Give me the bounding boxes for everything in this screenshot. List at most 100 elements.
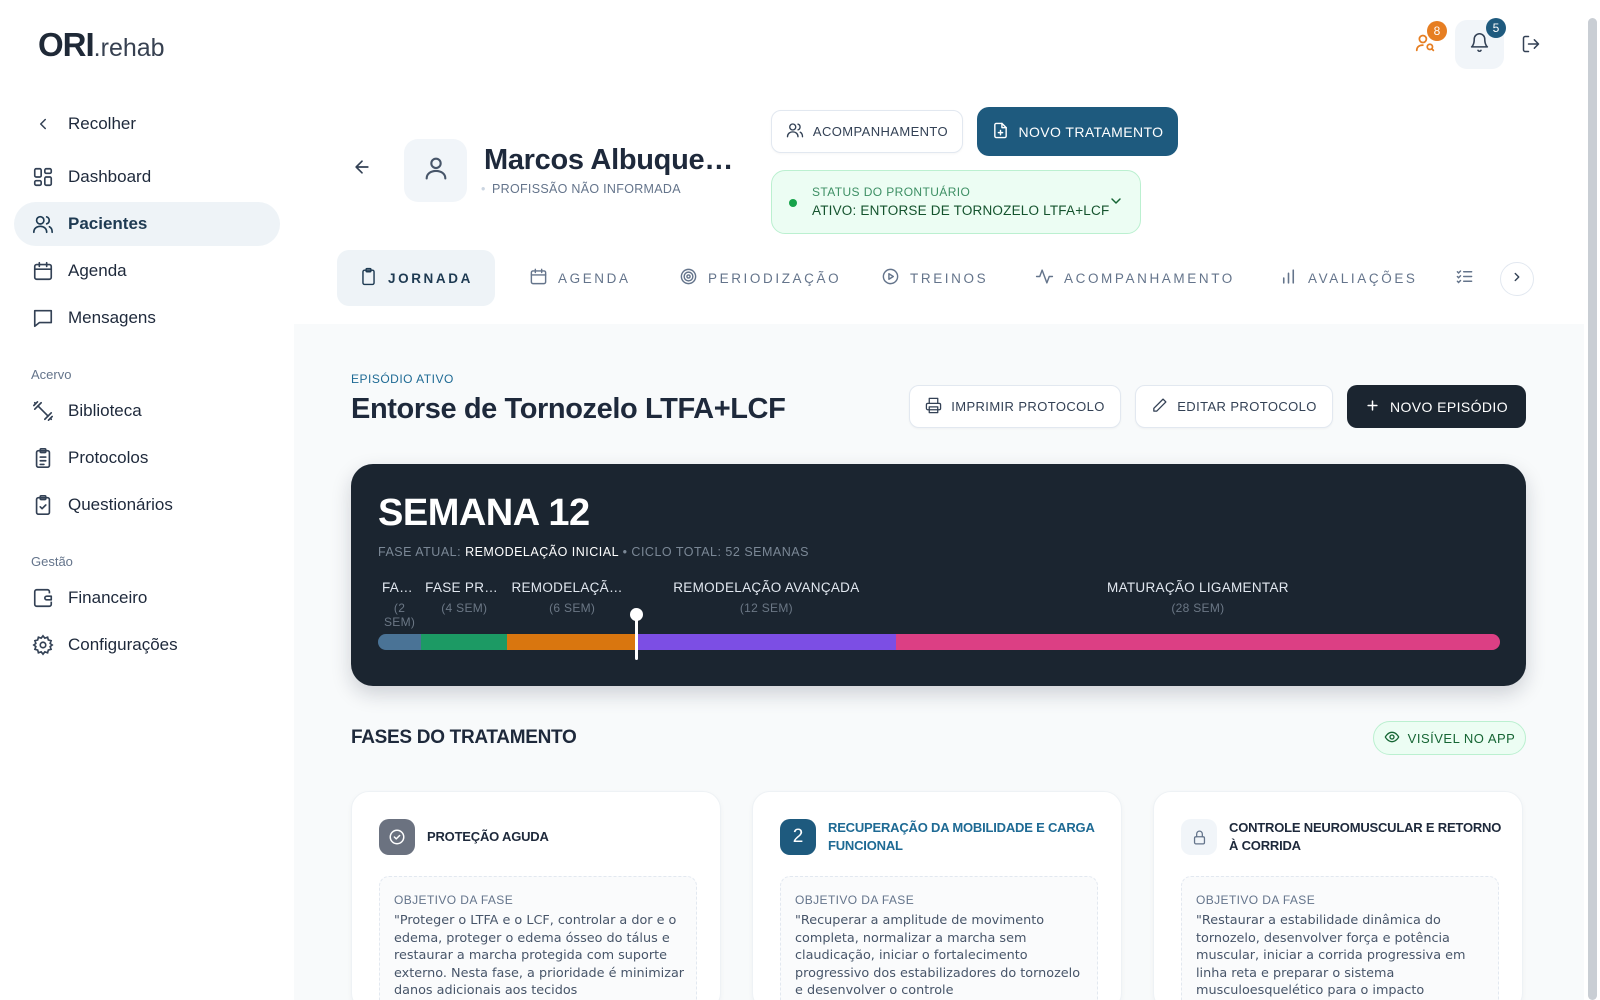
user-icon bbox=[422, 154, 450, 187]
phase-segment bbox=[895, 634, 1500, 650]
tab-periodizacao[interactable]: PERIODIZAÇÃO bbox=[657, 250, 863, 306]
status-value: ATIVO: ENTORSE DE TORNOZELO LTFA+LCF bbox=[812, 203, 1110, 218]
play-circle-icon bbox=[881, 267, 900, 289]
phase-timeline-label: FASE PROLIFERATIVA bbox=[425, 580, 503, 595]
tab-acompanhamento[interactable]: ACOMPANHAMENTO bbox=[1013, 250, 1257, 306]
sidebar: ORI.rehab Recolher Dashboard Pacientes A… bbox=[0, 0, 294, 1000]
logout-button[interactable] bbox=[1518, 33, 1544, 59]
arrow-left-icon bbox=[352, 157, 372, 182]
sidebar-item-mensagens[interactable]: Mensagens bbox=[14, 296, 280, 340]
avatar bbox=[404, 139, 467, 202]
sidebar-item-label: Questionários bbox=[68, 495, 173, 514]
gear-icon bbox=[30, 632, 56, 658]
phase-timeline-label: REMODELAÇÃO AVANÇADA bbox=[673, 580, 860, 595]
tab-agenda[interactable]: AGENDA bbox=[507, 250, 653, 306]
print-protocol-label: IMPRIMIR PROTOCOLO bbox=[951, 399, 1105, 414]
print-protocol-button[interactable]: IMPRIMIR PROTOCOLO bbox=[909, 385, 1121, 428]
record-status-dropdown[interactable]: STATUS DO PRONTUÁRIO ATIVO: ENTORSE DE T… bbox=[771, 170, 1141, 234]
file-plus-icon bbox=[992, 122, 1009, 142]
visible-in-app-toggle[interactable]: VISÍVEL NO APP bbox=[1373, 721, 1526, 755]
tab-label: ACOMPANHAMENTO bbox=[1064, 270, 1235, 286]
current-phase-line: FASE ATUAL: REMODELAÇÃO INICIAL • CICLO … bbox=[378, 545, 809, 559]
sidebar-item-biblioteca[interactable]: Biblioteca bbox=[14, 389, 280, 433]
current-week-marker-handle[interactable] bbox=[630, 608, 644, 621]
calendar-icon bbox=[529, 267, 548, 289]
sidebar-item-label: Mensagens bbox=[68, 308, 156, 327]
sidebar-item-label: Financeiro bbox=[68, 588, 148, 607]
new-episode-button[interactable]: NOVO EPISÓDIO bbox=[1347, 385, 1526, 428]
tab-treinos[interactable]: TREINOS bbox=[859, 250, 1010, 306]
eye-icon bbox=[1384, 729, 1400, 748]
sidebar-collapse-label: Recolher bbox=[68, 114, 137, 133]
page-scrollbar-thumb[interactable] bbox=[1588, 18, 1597, 1000]
tab-avaliacoes[interactable]: AVALIAÇÕES bbox=[1257, 250, 1440, 306]
sidebar-item-label: Protocolos bbox=[68, 448, 149, 467]
edit-protocol-label: EDITAR PROTOCOLO bbox=[1177, 399, 1317, 414]
phase-number-badge: 2 bbox=[780, 819, 816, 855]
phase-card-2[interactable]: 2 RECUPERAÇÃO DA MOBILIDADE E CARGA FUNC… bbox=[752, 791, 1122, 1000]
logout-icon bbox=[1521, 34, 1541, 59]
phase-card-3[interactable]: CONTROLE NEUROMUSCULAR E RETORNO À CORRI… bbox=[1153, 791, 1523, 1000]
tab-jornada[interactable]: JORNADA bbox=[337, 250, 495, 306]
edit-protocol-button[interactable]: EDITAR PROTOCOLO bbox=[1135, 385, 1333, 428]
phase-timeline-label: MATURAÇÃO LIGAMENTAR bbox=[1107, 580, 1289, 595]
phase-segment bbox=[421, 634, 508, 650]
phase-card-1[interactable]: PROTEÇÃO AGUDA OBJETIVO DA FASE "Protege… bbox=[351, 791, 721, 1000]
objective-label: OBJETIVO DA FASE bbox=[1196, 893, 1316, 907]
plus-icon bbox=[1365, 398, 1380, 416]
follow-up-button[interactable]: ACOMPANHAMENTO bbox=[771, 110, 963, 153]
new-episode-label: NOVO EPISÓDIO bbox=[1390, 398, 1508, 415]
dashboard-icon bbox=[30, 164, 56, 190]
app-logo[interactable]: ORI.rehab bbox=[38, 26, 165, 64]
chevron-left-icon bbox=[30, 111, 56, 137]
phase-card-title: PROTEÇÃO AGUDA bbox=[427, 829, 549, 844]
phase-segment bbox=[636, 634, 896, 650]
episode-title: Entorse de Tornozelo LTFA+LCF bbox=[351, 393, 786, 425]
phase-timeline-track bbox=[378, 634, 1500, 650]
phase-objective-box: OBJETIVO DA FASE "Recuperar a amplitude … bbox=[780, 876, 1098, 1000]
sidebar-item-label: Configurações bbox=[68, 635, 178, 654]
clipboard-check-icon bbox=[30, 492, 56, 518]
phase-timeline-duration: (28 SEM) bbox=[1171, 601, 1225, 615]
sidebar-item-configuracoes[interactable]: Configurações bbox=[14, 623, 280, 667]
objective-text: "Restaurar a estabilidade dinâmica do to… bbox=[1196, 913, 1466, 998]
requests-badge: 8 bbox=[1427, 21, 1447, 41]
sidebar-item-questionarios[interactable]: Questionários bbox=[14, 483, 280, 527]
back-button[interactable] bbox=[348, 155, 376, 183]
objective-label: OBJETIVO DA FASE bbox=[795, 893, 915, 907]
sidebar-item-dashboard[interactable]: Dashboard bbox=[14, 155, 280, 199]
objective-label: OBJETIVO DA FASE bbox=[394, 893, 514, 907]
patient-requests-button[interactable]: 8 bbox=[1412, 21, 1447, 58]
tab-label: AGENDA bbox=[558, 270, 631, 286]
new-treatment-button[interactable]: NOVO TRATAMENTO bbox=[977, 107, 1178, 156]
new-treatment-label: NOVO TRATAMENTO bbox=[1018, 123, 1164, 140]
clipboard-icon bbox=[359, 267, 378, 289]
sidebar-item-financeiro[interactable]: Financeiro bbox=[14, 576, 280, 620]
phase-objective-box: OBJETIVO DA FASE "Restaurar a estabilida… bbox=[1181, 876, 1499, 1000]
phase-timeline-duration: (2 SEM) bbox=[383, 601, 416, 629]
pencil-icon bbox=[1151, 397, 1168, 417]
phase-card-title: CONTROLE NEUROMUSCULAR E RETORNO À CORRI… bbox=[1229, 820, 1502, 853]
notifications-button[interactable]: 5 bbox=[1455, 18, 1506, 69]
sidebar-item-agenda[interactable]: Agenda bbox=[14, 249, 280, 293]
follow-up-label: ACOMPANHAMENTO bbox=[812, 124, 949, 139]
tab-questionarios-partial[interactable] bbox=[1447, 250, 1482, 306]
tabs-scroll-right-button[interactable] bbox=[1500, 262, 1534, 296]
check-circle-icon bbox=[379, 819, 415, 855]
treatment-progress-card: SEMANA 12 FASE ATUAL: REMODELAÇÃO INICIA… bbox=[351, 464, 1526, 686]
list-checks-icon bbox=[1455, 267, 1474, 289]
sidebar-item-label: Agenda bbox=[68, 261, 127, 280]
activity-icon bbox=[1035, 267, 1054, 289]
phase-timeline-duration: (12 SEM) bbox=[739, 601, 793, 615]
chevron-right-icon bbox=[1510, 270, 1524, 289]
cycle-total: • CICLO TOTAL: 52 SEMANAS bbox=[622, 545, 809, 559]
objective-text: "Recuperar a amplitude de movimento comp… bbox=[795, 913, 1081, 998]
episode-label: EPISÓDIO ATIVO bbox=[351, 372, 454, 386]
sidebar-item-protocolos[interactable]: Protocolos bbox=[14, 436, 280, 480]
sidebar-item-pacientes[interactable]: Pacientes bbox=[14, 202, 280, 246]
patient-name: Marcos Albuquerque bbox=[484, 144, 734, 176]
wallet-icon bbox=[30, 585, 56, 611]
phase-prefix: FASE ATUAL: bbox=[378, 545, 462, 559]
status-label: STATUS DO PRONTUÁRIO bbox=[812, 185, 971, 199]
sidebar-collapse[interactable]: Recolher bbox=[14, 102, 280, 146]
